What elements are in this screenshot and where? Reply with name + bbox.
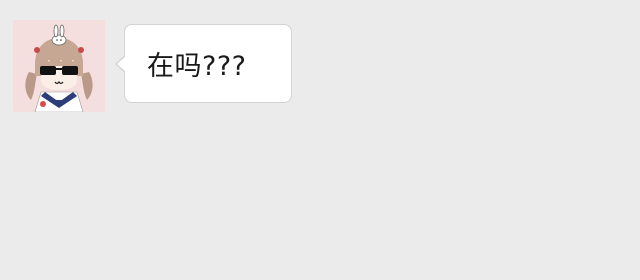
anime-girl-avatar-icon[interactable] bbox=[13, 20, 105, 112]
message-bubble-container: 在吗??? bbox=[115, 24, 292, 103]
message-text: 在吗??? bbox=[147, 51, 247, 82]
message-row: 在吗??? bbox=[13, 20, 292, 112]
message-bubble[interactable]: 在吗??? bbox=[124, 24, 292, 103]
bubble-tail-fill bbox=[117, 56, 126, 72]
chat-area: 在吗??? bbox=[0, 0, 640, 280]
